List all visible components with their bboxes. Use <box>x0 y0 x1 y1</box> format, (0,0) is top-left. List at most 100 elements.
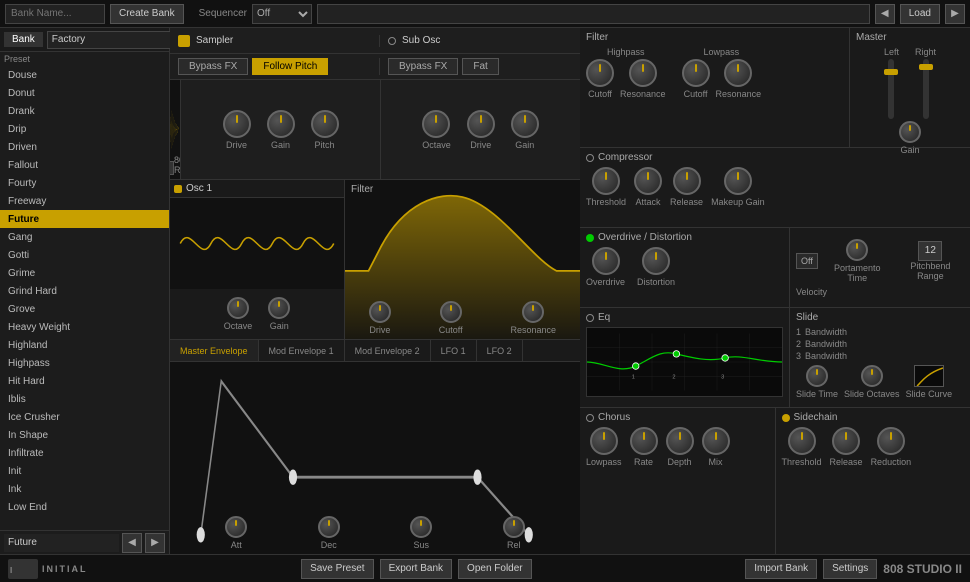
list-item[interactable]: Grime <box>0 264 169 282</box>
list-item[interactable]: Ice Crusher <box>0 408 169 426</box>
subosc-drive-knob[interactable] <box>467 110 495 138</box>
sidechain-led <box>782 414 790 422</box>
bank-tab[interactable]: Bank <box>4 32 43 47</box>
mod-env2-tab[interactable]: Mod Envelope 2 <box>345 340 431 361</box>
list-item[interactable]: Iblis <box>0 390 169 408</box>
chorus-depth-knob[interactable] <box>666 427 694 455</box>
list-item[interactable]: Highland <box>0 336 169 354</box>
hp-resonance-knob[interactable] <box>629 59 657 87</box>
list-item[interactable]: Freeway <box>0 192 169 210</box>
seq-prev-button[interactable]: ◀ <box>875 4 895 24</box>
right-fader-track[interactable] <box>923 59 929 119</box>
load-button[interactable]: Load <box>900 4 940 24</box>
list-item[interactable]: Low End <box>0 498 169 516</box>
filter-master-row: Filter Highpass Cutoff Resonance <box>580 28 970 148</box>
list-item[interactable]: Infiltrate <box>0 444 169 462</box>
release-knob[interactable] <box>673 167 701 195</box>
portamento-knob[interactable] <box>846 239 868 261</box>
fat-button[interactable]: Fat <box>462 58 498 75</box>
slide-time-knob[interactable] <box>806 365 828 387</box>
list-item[interactable]: Drip <box>0 120 169 138</box>
subosc-bypass-fx-button[interactable]: Bypass FX <box>388 58 458 75</box>
list-item[interactable]: In Shape <box>0 426 169 444</box>
left-fader-thumb[interactable] <box>884 69 898 75</box>
list-item[interactable]: Gang <box>0 228 169 246</box>
left-fader-track[interactable] <box>888 59 894 119</box>
master-gain-knob[interactable] <box>899 121 921 143</box>
attack-knob[interactable] <box>634 167 662 195</box>
chorus-lowpass-knob[interactable] <box>590 427 618 455</box>
att-label: Att <box>231 540 242 550</box>
osc1-gain-knob[interactable] <box>268 297 290 319</box>
lp-resonance-knob[interactable] <box>724 59 752 87</box>
sc-threshold-knob[interactable] <box>788 427 816 455</box>
bypass-fx-button[interactable]: Bypass FX <box>178 58 248 75</box>
att-knob[interactable] <box>225 516 247 538</box>
chorus-rate-knob[interactable] <box>630 427 658 455</box>
threshold-knob[interactable] <box>592 167 620 195</box>
export-bank-button[interactable]: Export Bank <box>380 559 452 579</box>
lfo1-tab[interactable]: LFO 1 <box>431 340 477 361</box>
off-button[interactable]: Off <box>796 253 818 269</box>
bank-name-field[interactable] <box>47 31 189 49</box>
open-folder-button[interactable]: Open Folder <box>458 559 532 579</box>
list-item[interactable]: Hit Hard <box>0 372 169 390</box>
follow-pitch-button[interactable]: Follow Pitch <box>252 58 328 75</box>
sc-release-knob[interactable] <box>832 427 860 455</box>
chorus-mix-knob[interactable] <box>702 427 730 455</box>
list-item[interactable]: Heavy Weight <box>0 318 169 336</box>
list-item[interactable]: Grind Hard <box>0 282 169 300</box>
list-item[interactable]: Gotti <box>0 246 169 264</box>
list-item[interactable]: Douse <box>0 66 169 84</box>
create-bank-button[interactable]: Create Bank <box>110 4 184 24</box>
filter-resonance-knob[interactable] <box>522 301 544 323</box>
list-item[interactable]: Driven <box>0 138 169 156</box>
chorus-depth-group: Depth <box>666 427 694 467</box>
sequencer-select[interactable]: Off <box>252 4 312 24</box>
dec-knob[interactable] <box>318 516 340 538</box>
import-bank-button[interactable]: Import Bank <box>745 559 817 579</box>
master-envelope-tab[interactable]: Master Envelope <box>170 340 259 361</box>
slide-octaves-knob[interactable] <box>861 365 883 387</box>
osc1-octave-knob[interactable] <box>227 297 249 319</box>
filter-cutoff-knob[interactable] <box>440 301 462 323</box>
list-item[interactable]: Grove <box>0 300 169 318</box>
list-item[interactable]: Init <box>0 462 169 480</box>
list-item-active[interactable]: Future <box>0 210 169 228</box>
overdrive-knob[interactable] <box>592 247 620 275</box>
subosc-gain-group: Gain <box>511 110 539 150</box>
sc-reduction-knob[interactable] <box>877 427 905 455</box>
seq-next-button[interactable]: ▶ <box>945 4 965 24</box>
bank-name-input[interactable] <box>5 4 105 24</box>
sampler-gain-knob[interactable] <box>267 110 295 138</box>
mod-env1-tab[interactable]: Mod Envelope 1 <box>259 340 345 361</box>
subosc-octave-knob[interactable] <box>422 110 450 138</box>
list-item[interactable]: Ink <box>0 480 169 498</box>
drive-knob-group: Drive <box>223 110 251 150</box>
sampler-drive-knob[interactable] <box>223 110 251 138</box>
list-item[interactable]: Drank <box>0 102 169 120</box>
hp-cutoff-knob[interactable] <box>586 59 614 87</box>
right-fader-thumb[interactable] <box>919 64 933 70</box>
preset-prev-button[interactable]: ◀ <box>122 533 142 553</box>
sampler-pitch-knob[interactable] <box>311 110 339 138</box>
lp-cutoff-knob[interactable] <box>682 59 710 87</box>
list-item[interactable]: Fallout <box>0 156 169 174</box>
distortion-label: Distortion <box>637 277 675 287</box>
slide-octaves-label: Slide Octaves <box>844 389 900 399</box>
settings-button[interactable]: Settings <box>823 559 877 579</box>
sequencer-bar[interactable] <box>317 4 870 24</box>
distortion-knob[interactable] <box>642 247 670 275</box>
subosc-gain-knob[interactable] <box>511 110 539 138</box>
list-item[interactable]: Donut <box>0 84 169 102</box>
list-item[interactable]: Highpass <box>0 354 169 372</box>
makeup-gain-knob[interactable] <box>724 167 752 195</box>
list-item[interactable]: Fourty <box>0 174 169 192</box>
retrig-button[interactable]: Retrig <box>170 161 174 175</box>
filter-drive-knob[interactable] <box>369 301 391 323</box>
lfo2-tab[interactable]: LFO 2 <box>477 340 523 361</box>
sus-knob[interactable] <box>410 516 432 538</box>
save-preset-button[interactable]: Save Preset <box>301 559 373 579</box>
rel-knob[interactable] <box>503 516 525 538</box>
preset-next-button[interactable]: ▶ <box>145 533 165 553</box>
